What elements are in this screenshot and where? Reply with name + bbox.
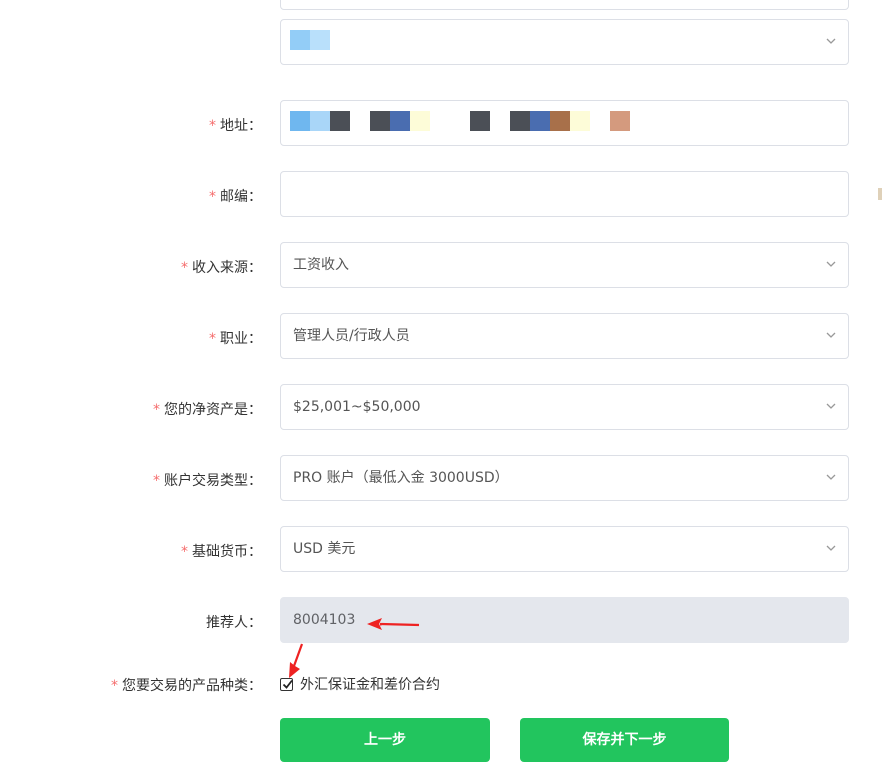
income-source-label: * 收入来源： (181, 260, 262, 276)
income-source-value: 工资收入 (293, 257, 349, 273)
redacted-address-block (610, 111, 630, 131)
base-currency-value: USD 美元 (293, 541, 356, 557)
income-source-select[interactable]: 工资收入 (280, 242, 849, 288)
chevron-down-icon (826, 261, 836, 267)
referrer-value: 8004103 (293, 612, 356, 628)
occupation-value: 管理人员/行政人员 (293, 328, 410, 344)
product-type-label: * 您要交易的产品种类： (111, 678, 262, 694)
occupation-label: * 职业： (209, 331, 262, 347)
account-type-select[interactable]: PRO 账户（最低入金 3000USD） (280, 455, 849, 501)
net-worth-value: $25,001~$50,000 (293, 399, 421, 415)
annotation-arrow-icon (289, 643, 304, 678)
redacted-address-block (530, 111, 550, 131)
save-and-next-button[interactable]: 保存并下一步 (520, 718, 729, 762)
account-type-label: * 账户交易类型： (153, 473, 262, 489)
redacted-address-block (290, 111, 310, 131)
redacted-address-block (470, 111, 490, 131)
redacted-address-block (410, 111, 430, 131)
redacted-address-block (330, 111, 350, 131)
redacted-address-block (550, 111, 570, 131)
net-worth-label: * 您的净资产是： (153, 402, 262, 418)
address-input[interactable] (280, 100, 849, 146)
chevron-down-icon (826, 38, 836, 44)
base-currency-label: * 基础货币： (181, 544, 262, 560)
occupation-select[interactable]: 管理人员/行政人员 (280, 313, 849, 359)
redacted-address-block (390, 111, 410, 131)
annotation-arrow-icon (367, 618, 420, 630)
redacted-value-block (290, 30, 310, 50)
referrer-label: 推荐人： (206, 615, 262, 631)
redacted-address-block (570, 111, 590, 131)
redacted-value-block (310, 30, 330, 50)
chevron-down-icon (826, 332, 836, 338)
redacted-address-block (370, 111, 390, 131)
account-type-value: PRO 账户（最低入金 3000USD） (293, 470, 509, 486)
zipcode-label: * 邮编： (209, 189, 262, 205)
base-currency-select[interactable]: USD 美元 (280, 526, 849, 572)
region-select[interactable] (280, 19, 849, 65)
product-type-option-label: 外汇保证金和差价合约 (300, 677, 440, 693)
redacted-address-block (510, 111, 530, 131)
top-partial-field[interactable] (280, 0, 849, 10)
address-label: * 地址： (209, 118, 262, 134)
net-worth-select[interactable]: $25,001~$50,000 (280, 384, 849, 430)
chevron-down-icon (826, 474, 836, 480)
chevron-down-icon (826, 545, 836, 551)
zipcode-input[interactable] (280, 171, 849, 217)
offscreen-hint-fragment (878, 188, 882, 200)
chevron-down-icon (826, 403, 836, 409)
redacted-address-block (310, 111, 330, 131)
prev-step-button[interactable]: 上一步 (280, 718, 490, 762)
